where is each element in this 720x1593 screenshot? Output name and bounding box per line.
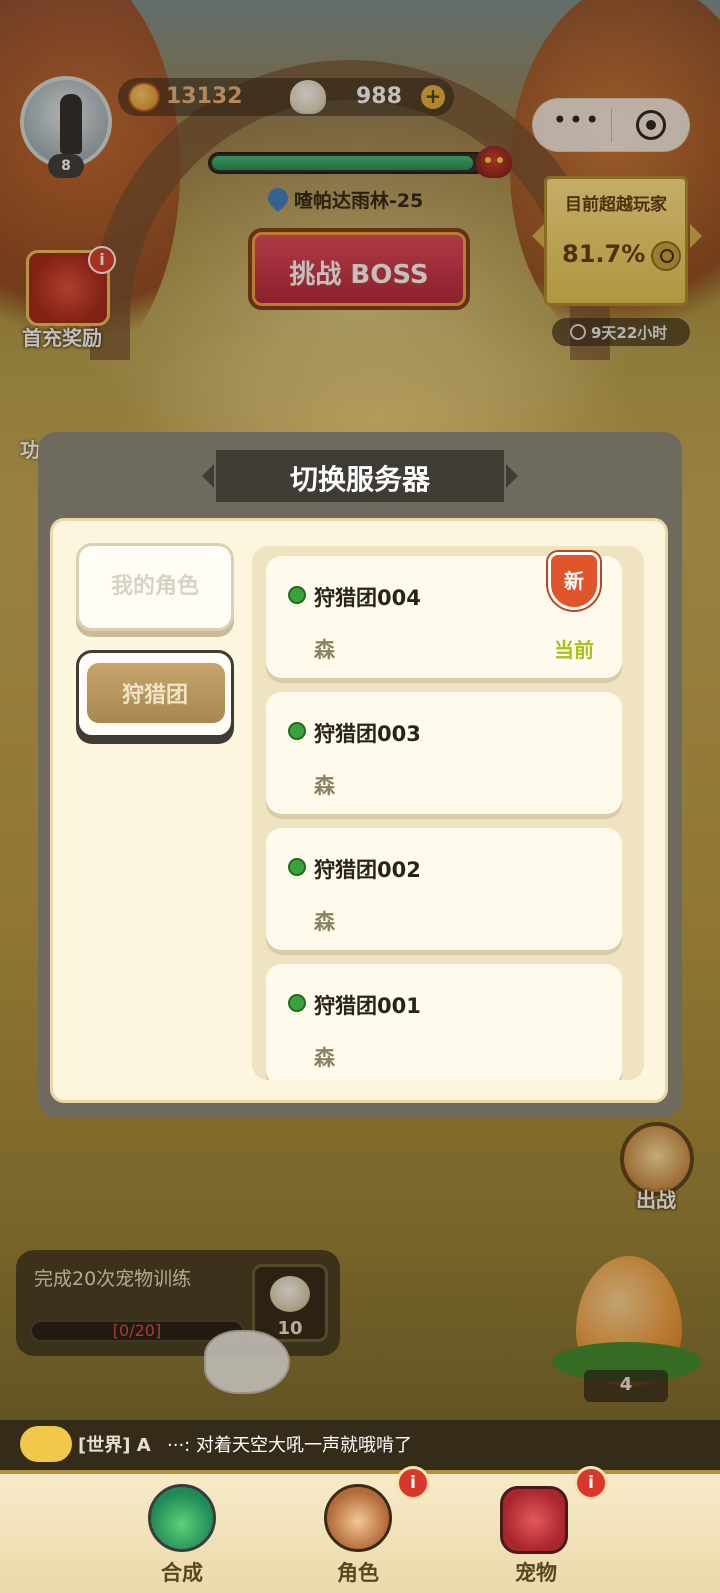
server-region: 森: [314, 910, 335, 934]
tab-label: 狩猎团: [121, 683, 188, 708]
server-name: 狩猎团004: [314, 586, 421, 610]
character-icon: [324, 1484, 392, 1552]
nav-label-craft: 合成: [161, 1561, 203, 1585]
server-name: 狩猎团001: [314, 994, 421, 1018]
current-server-label: 当前: [554, 638, 594, 662]
tab-my-characters[interactable]: 我的角色: [76, 543, 234, 631]
online-status-dot: [288, 994, 306, 1012]
pet-icon: [500, 1486, 568, 1554]
online-status-dot: [288, 722, 306, 740]
server-name: 狩猎团003: [314, 722, 421, 746]
dialog-title: 切换服务器: [289, 463, 430, 496]
potion-icon: [148, 1484, 216, 1552]
new-badge: 新: [548, 552, 600, 610]
online-status-dot: [288, 858, 306, 876]
chat-message: ···: 对着天空大吼一声就哦啃了: [167, 1435, 412, 1456]
chat-emoji-icon: [20, 1426, 72, 1462]
tab-label: 我的角色: [110, 574, 199, 599]
online-status-dot: [288, 586, 306, 604]
server-name: 狩猎团002: [314, 858, 421, 882]
chat-channel-tag: [世界] A: [78, 1435, 151, 1456]
new-badge-label: 新: [564, 569, 584, 593]
tab-hunting-group[interactable]: 狩猎团: [76, 650, 234, 738]
server-card[interactable]: 狩猎团003 森: [266, 692, 622, 814]
server-region: 森: [314, 774, 335, 798]
server-region: 森: [314, 638, 335, 662]
server-card[interactable]: 狩猎团004 森 新 当前: [266, 552, 622, 678]
nav-label-pet: 宠物: [515, 1561, 557, 1585]
server-list[interactable]: 狩猎团004 森 新 当前 狩猎团003 森 狩猎团002 森 狩猎团001 森: [252, 546, 644, 1080]
info-icon: i: [574, 1466, 608, 1500]
server-card[interactable]: 狩猎团002 森: [266, 828, 622, 950]
nav-label-character: 角色: [337, 1561, 379, 1585]
server-card[interactable]: 狩猎团001 森: [266, 964, 622, 1080]
server-region: 森: [314, 1046, 335, 1070]
info-icon: i: [396, 1466, 430, 1500]
